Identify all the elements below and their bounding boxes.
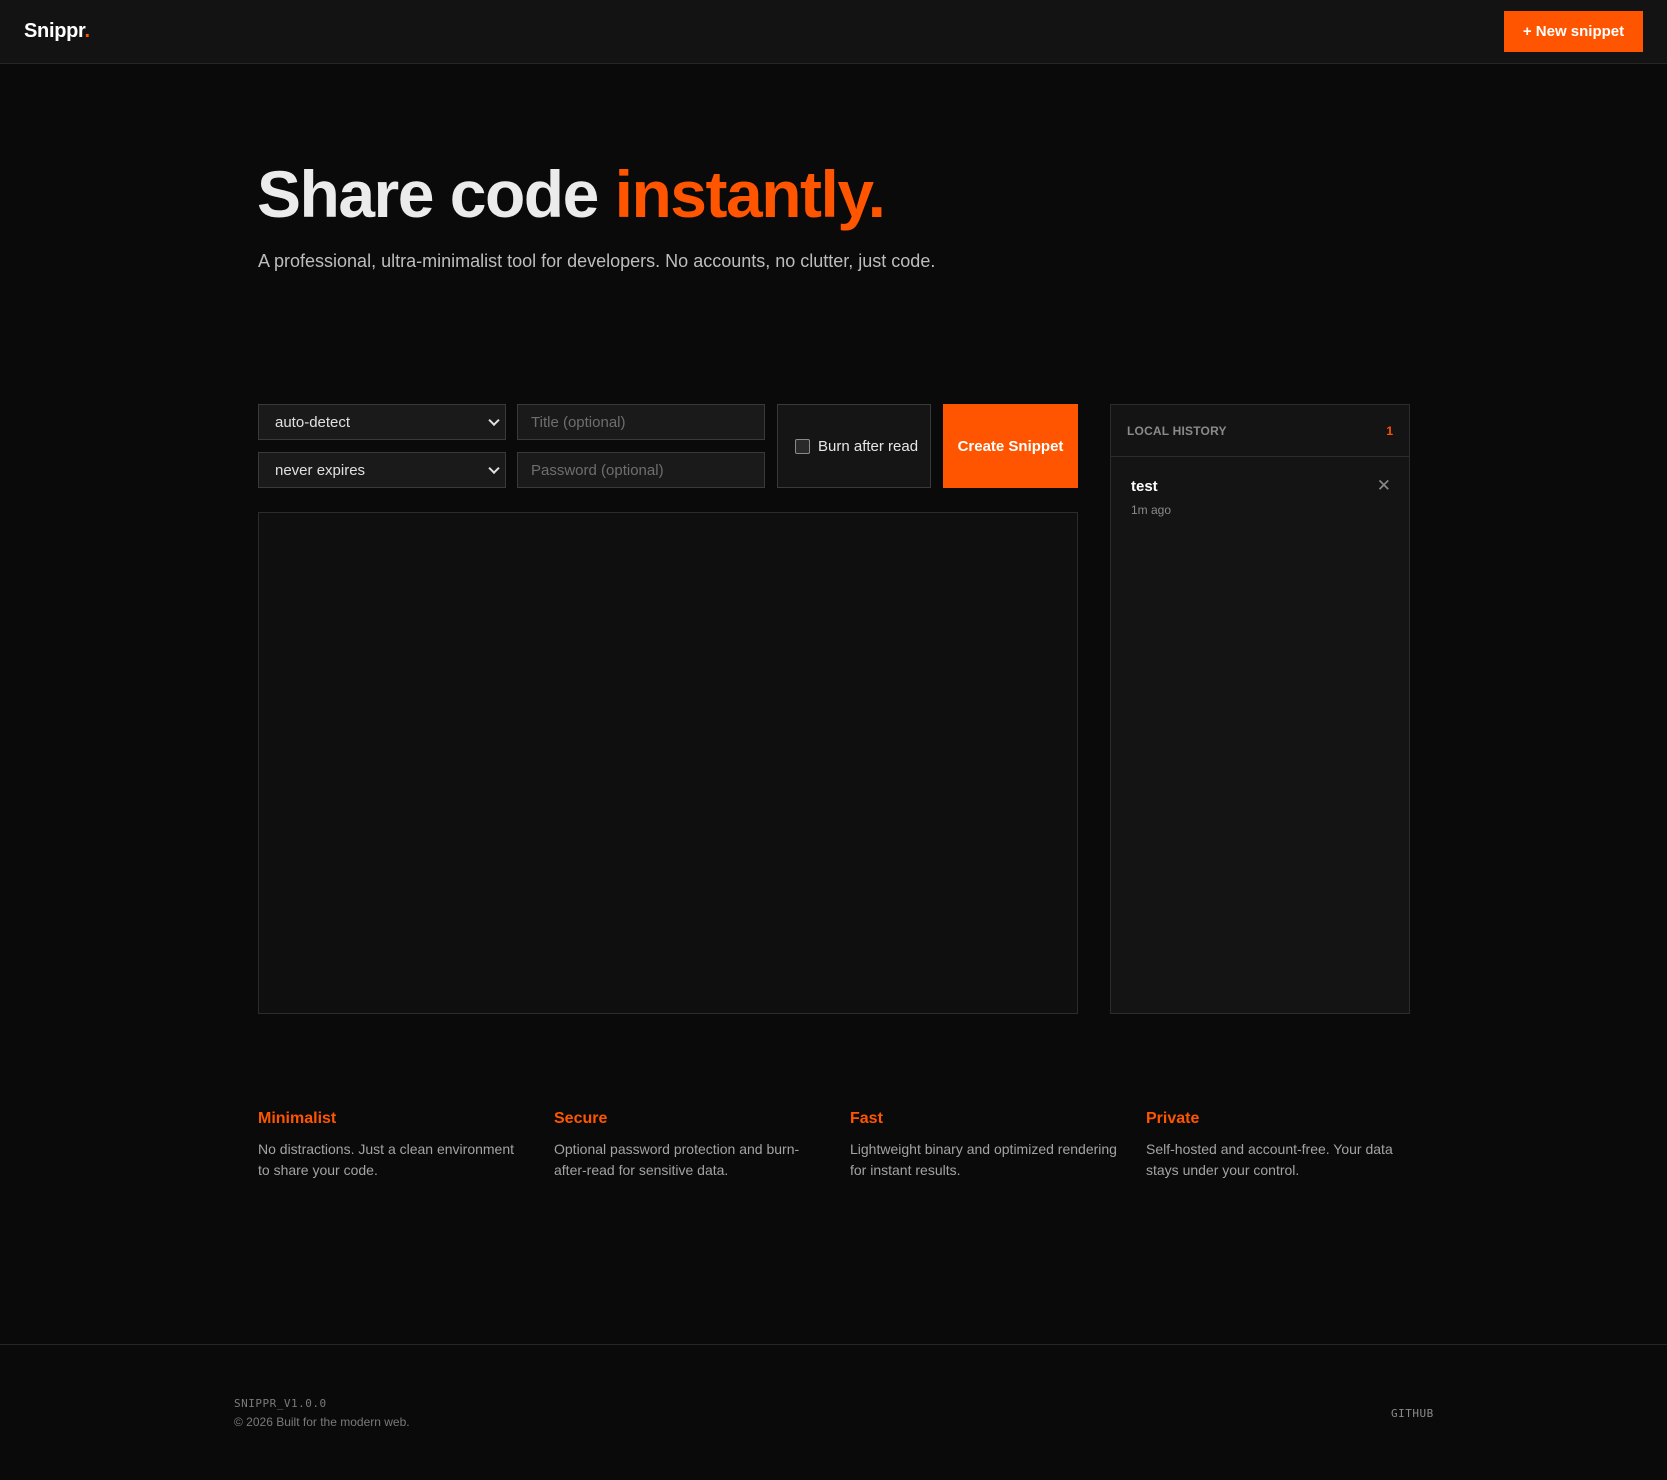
- hero-title: Share code instantly.: [257, 154, 886, 234]
- github-link[interactable]: GITHUB: [1391, 1407, 1434, 1420]
- new-snippet-button[interactable]: + New snippet: [1504, 11, 1643, 52]
- language-select[interactable]: auto-detect: [258, 404, 506, 440]
- hero-title-accent: instantly.: [614, 157, 886, 231]
- feature-minimalist: Minimalist No distractions. Just a clean…: [258, 1110, 526, 1181]
- chevron-down-icon: [488, 462, 500, 475]
- history-item[interactable]: test 1m ago ✕: [1111, 457, 1409, 519]
- language-select-value: auto-detect: [275, 413, 351, 431]
- feature-title: Private: [1146, 1110, 1200, 1127]
- history-header: LOCAL HISTORY 1: [1111, 405, 1409, 457]
- hero-title-main: Share code: [257, 157, 615, 231]
- logo[interactable]: Snippr.: [24, 20, 90, 43]
- title-input[interactable]: Title (optional): [517, 404, 765, 440]
- feature-text: Self-hosted and account-free. Your data …: [1146, 1141, 1393, 1178]
- password-input-placeholder: Password (optional): [531, 461, 664, 479]
- burn-after-read-label: Burn after read: [818, 437, 919, 455]
- feature-fast: Fast Lightweight binary and optimized re…: [850, 1110, 1118, 1181]
- feature-text: Optional password protection and burn-af…: [554, 1141, 800, 1178]
- copyright-text: © 2026 Built for the modern web.: [234, 1415, 410, 1429]
- logo-dot: .: [84, 20, 90, 42]
- feature-text: No distractions. Just a clean environmen…: [258, 1141, 515, 1178]
- burn-after-read-checkbox[interactable]: [795, 438, 810, 454]
- history-count-badge: 1: [1386, 423, 1393, 438]
- history-item-time: 1m ago: [1131, 503, 1172, 517]
- feature-title: Secure: [554, 1110, 608, 1127]
- hero-subtitle: A professional, ultra-minimalist tool fo…: [258, 251, 936, 271]
- title-input-placeholder: Title (optional): [531, 413, 626, 431]
- history-item-title: test: [1131, 478, 1158, 495]
- create-snippet-button[interactable]: Create Snippet: [943, 404, 1078, 488]
- code-editor[interactable]: [258, 512, 1078, 1014]
- feature-title: Fast: [850, 1110, 883, 1127]
- history-title: LOCAL HISTORY: [1127, 423, 1227, 438]
- logo-text: Snippr: [24, 20, 85, 42]
- expiry-select[interactable]: never expires: [258, 452, 506, 488]
- version-label: SNIPPR_V1.0.0: [234, 1397, 327, 1410]
- chevron-down-icon: [488, 414, 500, 427]
- password-input[interactable]: Password (optional): [517, 452, 765, 488]
- local-history-panel: LOCAL HISTORY 1 test 1m ago ✕: [1110, 404, 1410, 1014]
- footer: SNIPPR_V1.0.0 © 2026 Built for the moder…: [0, 1344, 1667, 1480]
- feature-secure: Secure Optional password protection and …: [554, 1110, 822, 1181]
- feature-private: Private Self-hosted and account-free. Yo…: [1146, 1110, 1414, 1181]
- expiry-select-value: never expires: [275, 461, 366, 479]
- close-icon[interactable]: ✕: [1377, 477, 1391, 494]
- burn-after-read-toggle[interactable]: Burn after read: [777, 404, 931, 488]
- feature-text: Lightweight binary and optimized renderi…: [850, 1141, 1117, 1178]
- top-bar: Snippr. + New snippet: [0, 0, 1667, 64]
- feature-title: Minimalist: [258, 1110, 337, 1127]
